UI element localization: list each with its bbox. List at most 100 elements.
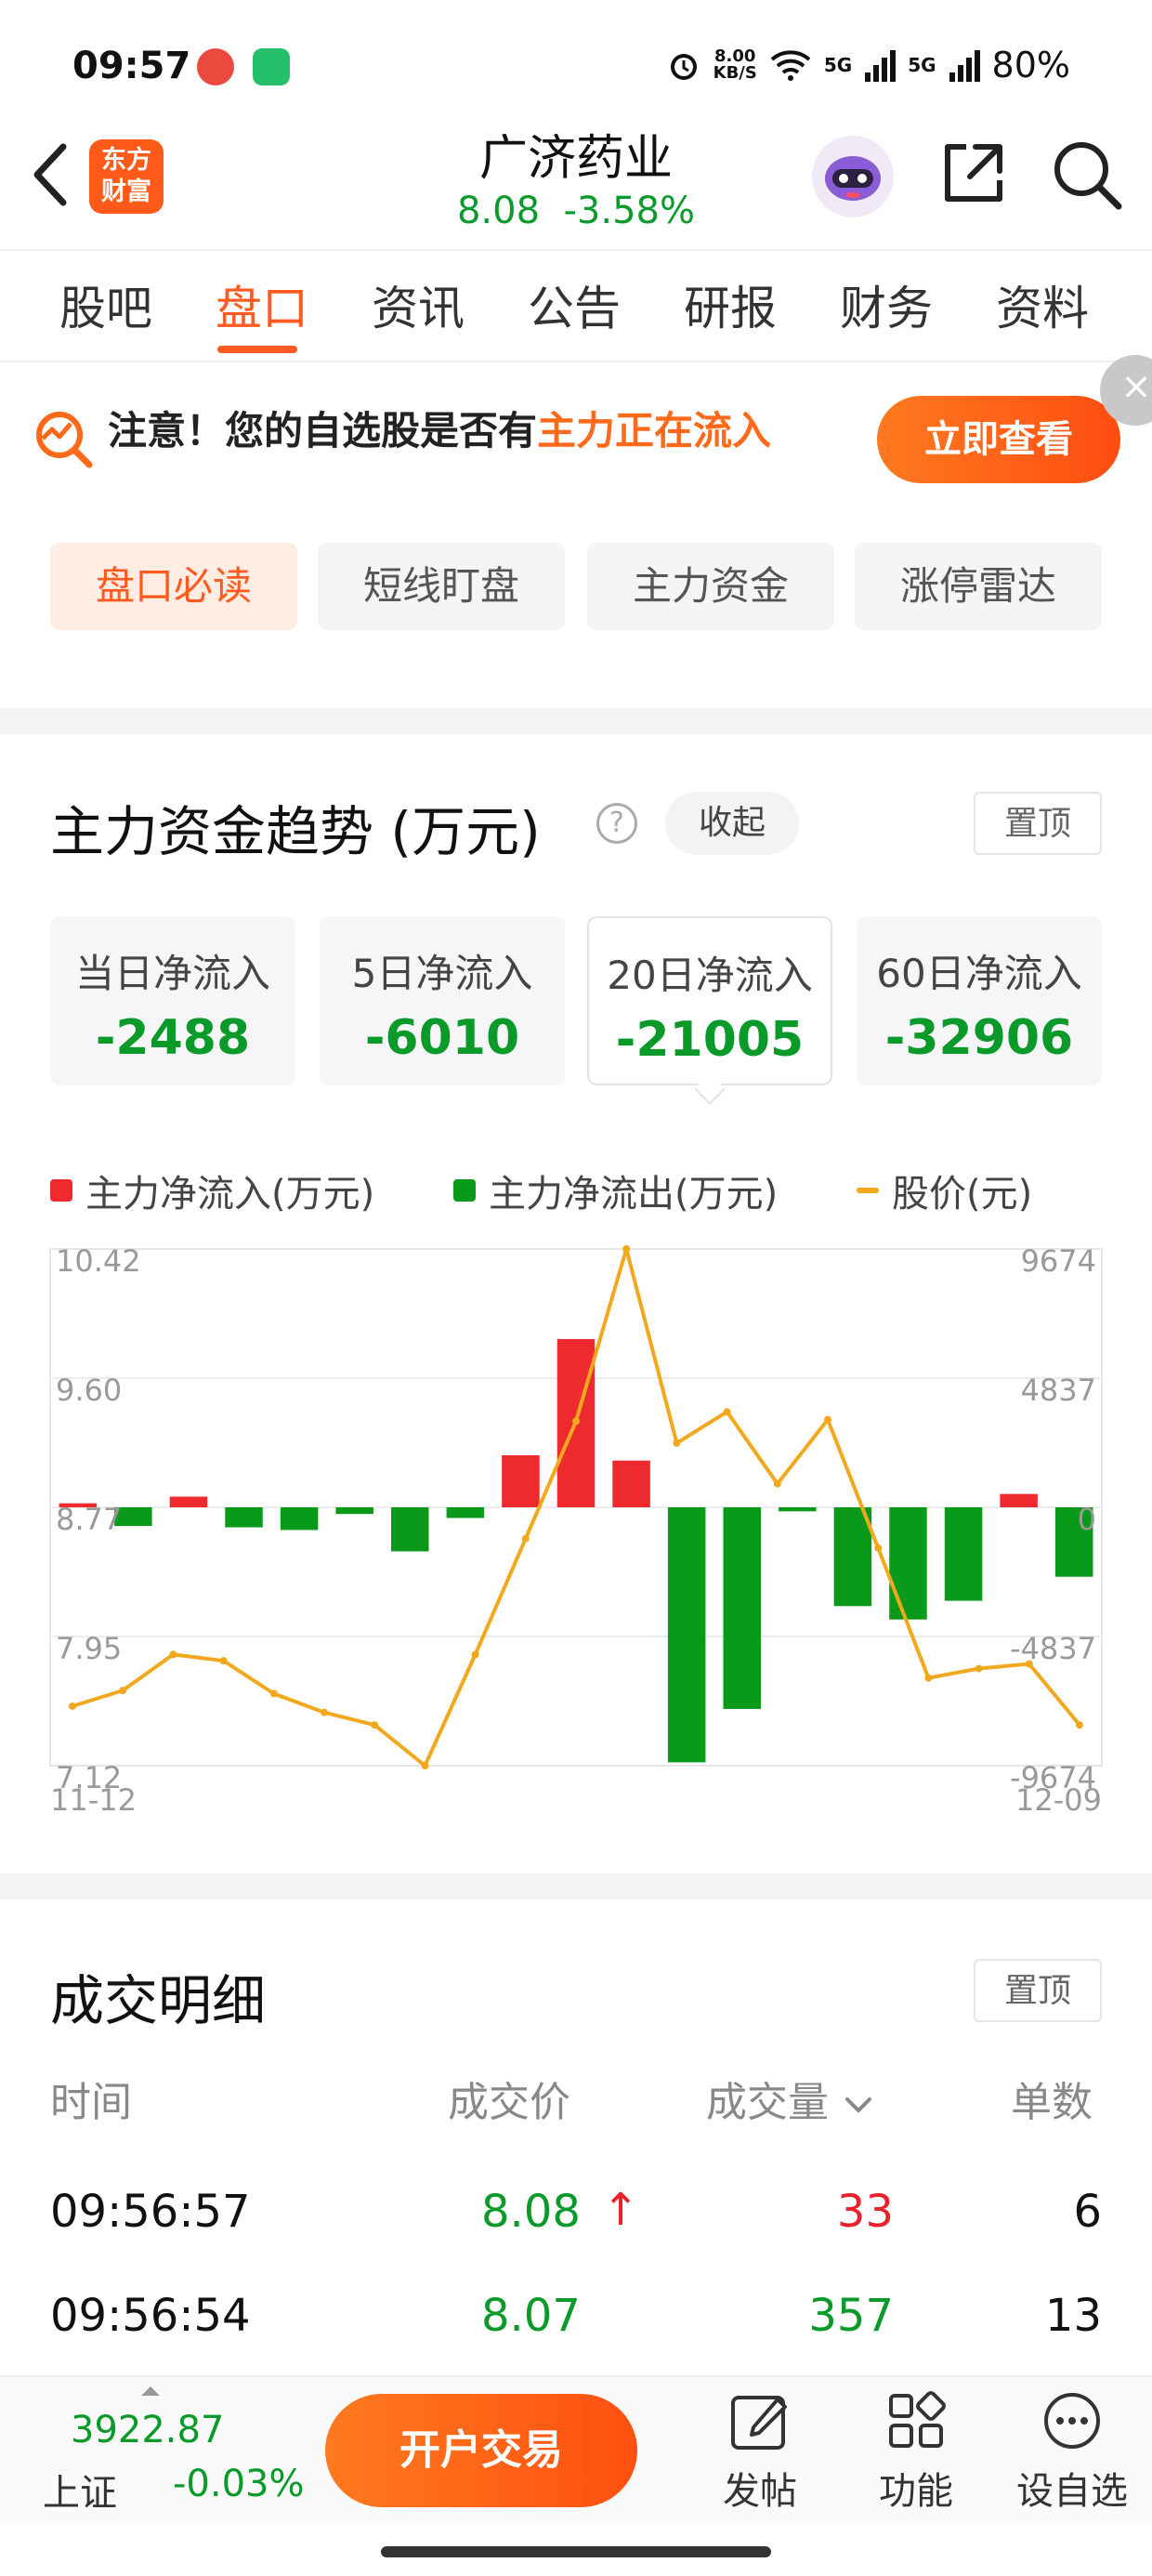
share-icon	[945, 144, 1002, 202]
price-point	[673, 1439, 681, 1447]
alarm-icon	[670, 54, 697, 80]
price-axis-tick: 7.95	[56, 1631, 122, 1666]
pin-top-button[interactable]: 置顶	[974, 792, 1102, 855]
flow-axis-tick: 0	[1078, 1502, 1096, 1537]
share-button[interactable]	[938, 138, 1009, 208]
legend-outflow: 主力净流出(万元)	[453, 1163, 778, 1217]
subtab-short-term[interactable]: 短线盯盘	[318, 543, 565, 630]
price-axis-tick: 10.42	[56, 1243, 141, 1279]
outflow-bar	[446, 1507, 485, 1518]
fund-trend-title: 主力资金趋势 (万元)	[50, 800, 541, 863]
subtab-limit-up-radar[interactable]: 涨停雷达	[855, 543, 1102, 630]
header-price: 成交价	[448, 2079, 570, 2126]
outflow-bar	[723, 1507, 761, 1709]
header-volume[interactable]: 成交量	[706, 2069, 875, 2128]
price-point	[521, 1534, 530, 1543]
price-point	[371, 1721, 379, 1729]
flow-card-today[interactable]: 当日净流入 -2488	[50, 916, 295, 1085]
more-icon	[1044, 2393, 1100, 2449]
tab-pankou[interactable]: 盘口	[216, 271, 308, 338]
network-label: 5G	[823, 54, 853, 76]
price-point	[723, 1408, 731, 1416]
tab-news[interactable]: 资讯	[372, 271, 465, 338]
home-indicator[interactable]	[381, 2546, 771, 2557]
flow-card-label: 5日净流入	[351, 951, 533, 996]
tab-guba[interactable]: 股吧	[59, 271, 152, 338]
trade-volume: 33	[836, 2186, 894, 2238]
legend-inflow: 主力净流入(万元)	[50, 1163, 374, 1217]
net-speed: 8.00 KB/S	[713, 46, 757, 83]
tab-research[interactable]: 研报	[684, 271, 777, 338]
tab-announcements[interactable]: 公告	[528, 271, 621, 338]
signal-icon	[865, 50, 897, 82]
collapse-button[interactable]: 收起	[665, 792, 799, 855]
flow-card-label: 60日净流入	[876, 951, 1082, 996]
stock-price: 8.08	[456, 190, 541, 232]
inflow-bar	[502, 1454, 540, 1507]
flow-card-label: 20日净流入	[607, 953, 813, 998]
functions-button[interactable]: 功能	[851, 2388, 981, 2515]
index-value[interactable]: 3922.87	[71, 2409, 224, 2451]
flow-card-60day[interactable]: 60日净流入 -32906	[857, 916, 1102, 1085]
search-button[interactable]	[1050, 138, 1124, 212]
status-time: 09:57	[72, 45, 191, 87]
tab-profile[interactable]: 资料	[996, 271, 1089, 338]
trade-detail-title: 成交明细	[50, 1969, 267, 2032]
robot-icon	[825, 156, 881, 201]
flow-card-5day[interactable]: 5日净流入 -6010	[320, 916, 565, 1085]
subtab-must-read[interactable]: 盘口必读	[50, 543, 297, 630]
outflow-bar	[944, 1507, 983, 1601]
chevron-up-icon[interactable]	[139, 2385, 162, 2398]
inflow-bar	[612, 1460, 650, 1507]
outflow-bar	[391, 1507, 429, 1552]
status-icons: 8.00 KB/S 5G 5G 80%	[665, 45, 1070, 85]
flow-card-value: -32906	[884, 1010, 1074, 1066]
flow-card-20day[interactable]: 20日净流入 -21005	[587, 916, 832, 1085]
active-tab-indicator	[217, 346, 297, 353]
index-name[interactable]: 上证	[43, 2463, 117, 2517]
add-watchlist-button[interactable]: 设自选	[1007, 2388, 1137, 2515]
battery-level: 80%	[991, 45, 1070, 85]
trade-volume: 357	[808, 2290, 894, 2342]
open-account-trade-button[interactable]: 开户交易	[325, 2394, 637, 2507]
trade-time: 09:56:57	[50, 2186, 251, 2238]
flow-card-value: -2488	[95, 1010, 251, 1066]
tab-finance[interactable]: 财务	[840, 271, 933, 338]
section-divider	[0, 1873, 1152, 1899]
outflow-bar	[833, 1507, 872, 1607]
stock-change: -3.58%	[563, 190, 695, 232]
price-point	[69, 1702, 76, 1710]
chevron-down-icon	[845, 2097, 871, 2113]
app-notification-icon	[197, 48, 234, 85]
index-change[interactable]: -0.03%	[173, 2463, 305, 2505]
app-notification-icon	[253, 48, 290, 85]
price-point	[421, 1762, 429, 1769]
robot-assistant-button[interactable]	[812, 136, 894, 217]
outflow-bar	[225, 1507, 263, 1528]
notice-text: 注意！您的自选股是否有主力正在流入	[108, 408, 772, 453]
outflow-bar	[779, 1507, 817, 1512]
header-count: 单数	[1011, 2079, 1093, 2126]
price-axis-tick: 8.77	[56, 1502, 122, 1537]
subtab-main-funds[interactable]: 主力资金	[587, 543, 834, 630]
price-point	[1076, 1721, 1083, 1729]
header-time: 时间	[50, 2079, 132, 2126]
price-point	[622, 1245, 631, 1253]
flow-axis-tick: -4837	[1010, 1631, 1096, 1666]
wifi-icon	[770, 50, 811, 81]
flow-card-value: -21005	[615, 1012, 805, 1068]
pin-top-button[interactable]: 置顶	[974, 1959, 1102, 2022]
flow-card-label: 当日净流入	[74, 951, 270, 996]
help-icon[interactable]: ?	[596, 803, 637, 844]
close-icon: ×	[1120, 365, 1152, 408]
flow-axis-tick: 4837	[1021, 1373, 1096, 1408]
trade-up-arrow-icon: ↑	[602, 2184, 640, 2236]
inflow-bar	[1000, 1493, 1038, 1507]
post-button[interactable]: 发帖	[695, 2388, 825, 2515]
price-axis-tick: 9.60	[56, 1373, 122, 1408]
signal-icon	[949, 50, 980, 82]
outflow-bar	[280, 1507, 319, 1531]
price-point	[321, 1708, 328, 1716]
legend-line-price	[857, 1188, 879, 1193]
notice-view-button[interactable]: 立即查看	[877, 396, 1120, 483]
